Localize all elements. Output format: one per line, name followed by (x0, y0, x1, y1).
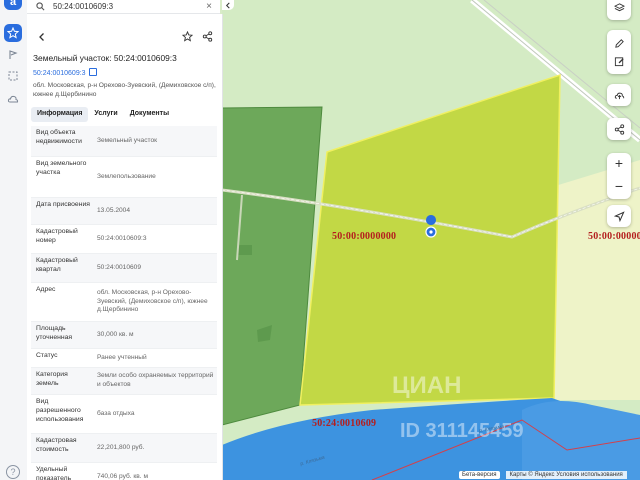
back-arrow-icon[interactable] (37, 32, 47, 42)
parcel-info-panel: Земельный участок: 50:24:0010609:3 50:24… (27, 14, 223, 480)
row-key: Вид объекта недвижимости (36, 129, 82, 145)
row-value: база отдыха (97, 409, 135, 417)
row-key: Площадь уточненная (36, 325, 73, 341)
table-row: Дата присвоения 13.05.2004 (31, 198, 217, 225)
panel-title: Земельный участок: 50:24:0010609:3 (33, 53, 177, 63)
row-key: Статус (36, 352, 58, 359)
table-row: Кадастровый квартал 50:24:0010609 (31, 254, 217, 283)
my-location-button[interactable] (607, 205, 631, 227)
chevron-left-icon (225, 2, 230, 8)
watermark-logo: ЦИАН (392, 372, 462, 399)
beta-badge: Бета-версия (459, 470, 500, 479)
parcel-attributes-table: Вид объекта недвижимости Земельный участо… (31, 126, 217, 480)
pencil-icon[interactable] (614, 38, 625, 49)
row-value: 50:24:0010609:3 (97, 234, 147, 242)
map-drawing (222, 0, 640, 480)
copy-icon[interactable] (88, 68, 97, 76)
row-key: Категория земель (36, 371, 68, 387)
table-row: Категория земель Земли особо охраняемых т… (31, 368, 217, 395)
star-icon (7, 27, 19, 39)
row-value: Ранее учтенный (97, 353, 147, 361)
cadastral-zone-label: 50:00:0000000 (332, 231, 397, 242)
zoom-control: + − (607, 153, 631, 199)
cadastral-number-link[interactable]: 50:24:0010609:3 (33, 68, 97, 77)
parcel-address: обл. Московская, р-н Орехово-Зуевский, (… (33, 82, 216, 99)
location-marker-shape (426, 214, 437, 225)
favorite-star-icon[interactable] (182, 31, 193, 42)
layers-rail-button[interactable] (4, 46, 22, 64)
select-area-rail-button[interactable] (4, 67, 22, 85)
watermark-id: ID 311145459 (400, 420, 524, 442)
search-bar[interactable]: 50:24:0010609:3 × (27, 0, 220, 14)
cadastral-quarter-label: 50:24:0010609 (312, 418, 377, 429)
row-key: Адрес (36, 286, 56, 293)
pin-flag-icon (9, 50, 18, 59)
clear-search-button[interactable]: × (206, 1, 212, 12)
search-icon (36, 2, 48, 11)
zoom-out-button[interactable]: − (607, 176, 631, 199)
tab-services[interactable]: Услуги (88, 107, 123, 122)
tab-information[interactable]: Информация (31, 107, 89, 122)
favorites-rail-button[interactable] (4, 24, 22, 42)
map-share-button[interactable] (607, 118, 631, 140)
row-value: Земельный участок (97, 136, 158, 144)
cloud-icon (7, 95, 19, 103)
table-row: Статус Ранее учтенный (31, 349, 217, 368)
zoom-in-button[interactable]: + (607, 153, 631, 176)
row-value: Земли особо охраняемых территорий и объе… (97, 372, 214, 388)
row-key: Удельный показатель (36, 466, 72, 480)
table-row: Адрес обл. Московская, р-н Орехово-Зуевск… (31, 283, 217, 322)
collapse-panel-button[interactable] (222, 0, 234, 10)
navigation-arrow-icon (613, 210, 625, 222)
row-key: Кадастровый номер (36, 228, 78, 244)
map-canvas[interactable]: ЦИАН ID 311145459 50:00:0000000 50:00:00… (222, 0, 640, 480)
tab-documents[interactable]: Документы (124, 107, 175, 122)
help-button[interactable]: ? (6, 465, 20, 479)
row-value: 13.05.2004 (97, 206, 131, 214)
panel-tabs: Информация Услуги Документы (31, 107, 175, 122)
search-input[interactable]: 50:24:0010609:3 (53, 2, 206, 11)
share-icon (614, 123, 624, 135)
row-key: Кадастровая стоимость (36, 437, 77, 453)
dashed-square-icon (8, 71, 18, 81)
edit-note-icon[interactable] (614, 56, 625, 67)
row-value: 50:24:0010609 (97, 263, 142, 271)
map-footer: Бета-версия Карты © Яндекс Условия испол… (459, 469, 627, 480)
table-row: Вид объекта недвижимости Земельный участо… (31, 126, 217, 157)
table-row: Удельный показатель 740,06 руб. кв. м (31, 463, 217, 480)
row-value: 22,201,800 руб. (97, 443, 145, 451)
cadastral-number-text[interactable]: 50:24:0010609:3 (33, 70, 86, 77)
app-logo[interactable]: a (4, 0, 22, 10)
upload-button[interactable] (607, 84, 631, 106)
map-layers-button[interactable] (607, 0, 631, 20)
left-icon-rail: a ? (0, 0, 28, 480)
cadastral-zone-label-right: 50:00:0000000 (588, 231, 640, 242)
row-value: 740,06 руб. кв. м (97, 472, 148, 480)
share-icon[interactable] (202, 31, 213, 42)
row-key: Кадастровый квартал (36, 257, 78, 273)
row-value: 30,000 кв. м (97, 330, 134, 338)
layers-icon (613, 2, 625, 11)
row-key: Вид земельного участка (36, 160, 87, 176)
table-row: Вид земельного участка Землепользование (31, 157, 217, 198)
cloud-rail-button[interactable] (4, 90, 22, 108)
map-attribution[interactable]: Карты © Яндекс Условия использования (505, 470, 627, 479)
table-row: Кадастровая стоимость 22,201,800 руб. (31, 434, 217, 463)
row-value: Землепользование (97, 172, 156, 180)
table-row: Вид разрешенного использования база отдых… (31, 395, 217, 434)
cloud-upload-icon (614, 92, 624, 99)
row-value: обл. Московская, р-н Орехово-Зуевский, (… (97, 288, 208, 314)
row-key: Вид разрешенного использования (36, 398, 84, 423)
table-row: Площадь уточненная 30,000 кв. м (31, 322, 217, 349)
drawing-tools-group (607, 30, 631, 74)
row-key: Дата присвоения (36, 201, 90, 208)
table-row: Кадастровый номер 50:24:0010609:3 (31, 225, 217, 254)
